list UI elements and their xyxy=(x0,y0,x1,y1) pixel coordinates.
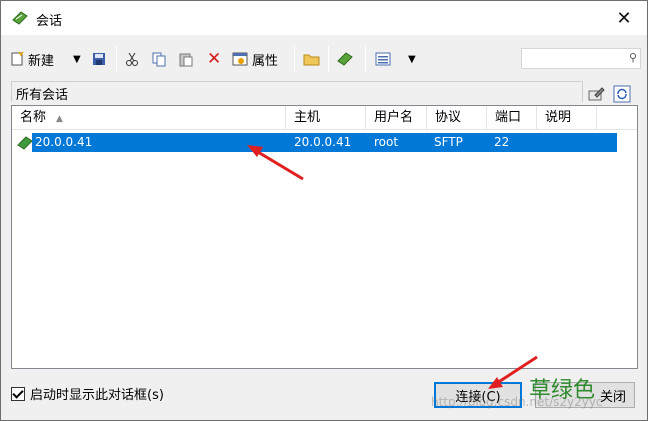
checkbox-checked[interactable] xyxy=(11,386,25,401)
title-bar: 会话 ✕ xyxy=(1,1,647,35)
sort-ascending-icon: ▲ xyxy=(56,114,63,124)
copy-icon[interactable] xyxy=(151,47,167,71)
connect-session-icon[interactable] xyxy=(337,47,353,71)
session-icon xyxy=(12,11,28,25)
column-header-user[interactable]: 用户名 xyxy=(366,106,427,130)
toolbar: 新建 ▼ ✕ 属性 ▼ ⚲ xyxy=(3,41,645,77)
cut-icon[interactable] xyxy=(124,47,140,71)
session-port: 22 xyxy=(494,135,510,149)
folder-icon[interactable] xyxy=(303,47,320,71)
new-file-icon xyxy=(11,51,24,66)
session-icon xyxy=(17,136,33,150)
toolbar-separator xyxy=(116,46,117,72)
show-on-startup-label: 启动时显示此对话框(s) xyxy=(30,388,164,403)
column-header-protocol[interactable]: 协议 xyxy=(427,106,487,130)
view-icon[interactable] xyxy=(375,47,391,71)
column-header-port[interactable]: 端口 xyxy=(487,106,537,130)
group-header: 所有会话 xyxy=(11,81,583,103)
view-dropdown-icon[interactable]: ▼ xyxy=(408,47,416,71)
session-user: root xyxy=(374,135,399,149)
search-icon: ⚲ xyxy=(628,51,637,64)
session-list[interactable]: 名称 ▲ 主机 用户名 协议 端口 说明 20.0.0.41 20.0.0.41 … xyxy=(11,105,638,369)
toolbar-separator xyxy=(294,46,295,72)
properties-label: 属性 xyxy=(252,53,279,69)
properties-icon xyxy=(232,52,248,66)
session-host: 20.0.0.41 xyxy=(294,135,352,149)
paste-icon[interactable] xyxy=(178,47,194,71)
session-name: 20.0.0.41 xyxy=(35,135,93,149)
column-header-description[interactable]: 说明 xyxy=(537,106,597,130)
search-input[interactable]: ⚲ xyxy=(521,48,641,69)
group-label: 所有会话 xyxy=(16,88,69,103)
close-icon[interactable]: ✕ xyxy=(601,1,647,35)
session-protocol: SFTP xyxy=(434,135,463,149)
window-title: 会话 xyxy=(36,14,63,29)
new-button-label: 新建 xyxy=(28,53,55,69)
column-header-host[interactable]: 主机 xyxy=(286,106,366,130)
list-header: 名称 ▲ 主机 用户名 协议 端口 说明 xyxy=(12,106,637,130)
annotation-label: 草绿色 xyxy=(529,378,596,403)
column-header-name[interactable]: 名称 ▲ xyxy=(12,106,286,130)
refresh-icon[interactable] xyxy=(613,85,631,103)
new-button[interactable]: 新建 xyxy=(9,47,54,71)
show-on-startup-checkbox[interactable]: 启动时显示此对话框(s) xyxy=(11,384,164,403)
table-row[interactable]: 20.0.0.41 20.0.0.41 root SFTP 22 xyxy=(32,133,617,152)
new-dropdown-icon[interactable]: ▼ xyxy=(73,47,81,71)
edit-icon[interactable] xyxy=(587,85,605,103)
session-dialog: 会话 ✕ 新建 ▼ ✕ 属性 ▼ ⚲ 所有会话 名称 ▲ 主机 用户名 协议 端… xyxy=(0,0,648,421)
delete-icon[interactable]: ✕ xyxy=(207,47,221,71)
save-icon[interactable] xyxy=(91,47,107,71)
properties-button[interactable]: 属性 xyxy=(232,47,278,71)
toolbar-separator xyxy=(328,46,329,72)
toolbar-separator xyxy=(365,46,366,72)
